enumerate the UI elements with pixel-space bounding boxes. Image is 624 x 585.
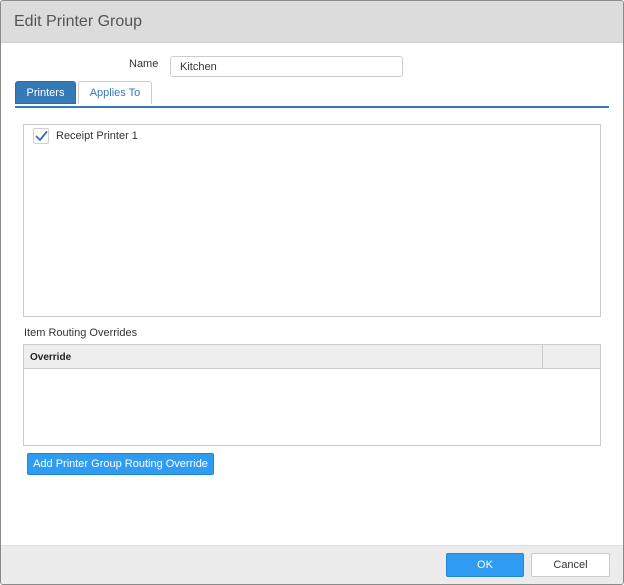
printer-label: Receipt Printer 1: [56, 130, 138, 142]
item-routing-overrides-label: Item Routing Overrides: [24, 327, 138, 339]
name-label: Name: [129, 58, 159, 70]
override-column-header[interactable]: Override: [30, 352, 71, 363]
tab-underline: [15, 106, 609, 108]
override-table-header: Override: [24, 345, 600, 369]
ok-button[interactable]: OK: [446, 553, 524, 577]
override-table: Override: [23, 344, 601, 446]
tab-applies-to[interactable]: Applies To: [78, 81, 152, 104]
name-input[interactable]: [170, 56, 403, 77]
tab-printers[interactable]: Printers: [15, 81, 76, 104]
printer-checkbox[interactable]: [33, 128, 49, 144]
dialog-footer: OK Cancel: [1, 545, 623, 584]
dialog-title: Edit Printer Group: [14, 13, 143, 30]
checkmark-icon: [35, 131, 48, 141]
cancel-button[interactable]: Cancel: [531, 553, 610, 577]
add-routing-override-button[interactable]: Add Printer Group Routing Override: [27, 453, 214, 475]
edit-printer-group-dialog: Edit Printer Group Name Printers Applies…: [0, 0, 624, 585]
dialog-header: Edit Printer Group: [1, 1, 623, 43]
column-divider: [542, 345, 543, 369]
printer-list: Receipt Printer 1: [23, 124, 601, 317]
